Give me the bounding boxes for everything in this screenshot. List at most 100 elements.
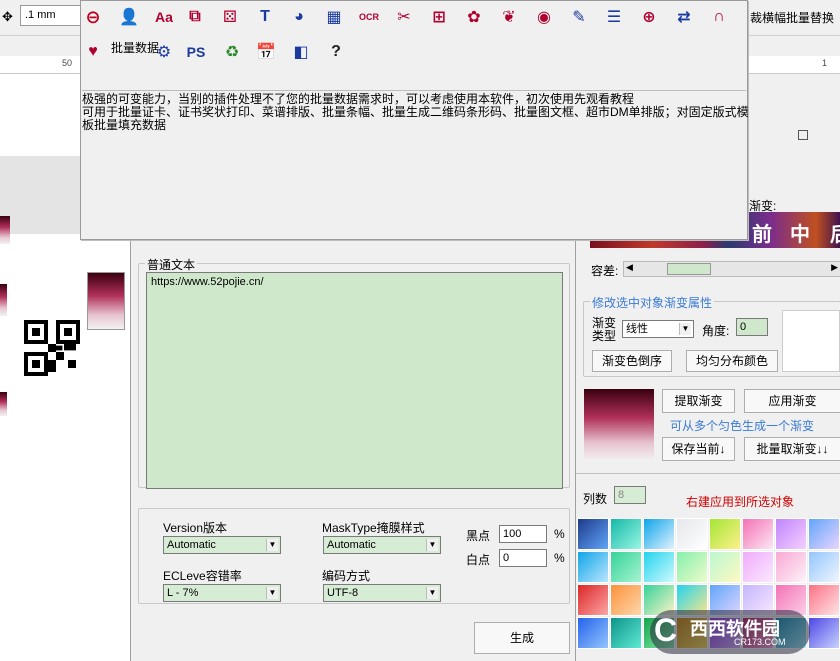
gradient-hint: 可从多个匀色生成一个渐变 xyxy=(670,419,815,433)
gradient-swatch[interactable] xyxy=(610,551,642,583)
menu-cut-banner[interactable]: 裁横幅 xyxy=(750,9,786,26)
help-icon[interactable]: ? xyxy=(325,41,347,63)
grid-icon[interactable]: ⊞ xyxy=(428,6,450,28)
reverse-gradient-button[interactable]: 渐变色倒序 xyxy=(592,350,672,372)
leaf-icon[interactable]: ❦ xyxy=(498,6,520,28)
gear-icon[interactable]: ⚙ xyxy=(153,41,175,63)
columns-input[interactable]: 8 xyxy=(614,486,646,504)
even-distribute-button[interactable]: 均匀分布颜色 xyxy=(686,350,778,372)
encoding-label: 编码方式 xyxy=(322,569,371,583)
modify-label: 修改选中对象渐变属性 xyxy=(590,294,715,311)
table-icon[interactable]: ▦ xyxy=(323,6,345,28)
white-percent: % xyxy=(554,551,565,565)
calendar-icon[interactable]: 📅 xyxy=(255,41,277,63)
user-add-icon[interactable]: 👤 xyxy=(118,6,140,28)
batch-data-button[interactable]: 批量数据 xyxy=(111,39,159,56)
unit-input[interactable]: .1 mm xyxy=(20,5,82,26)
list-icon[interactable]: ☰ xyxy=(603,6,625,28)
recycle-icon[interactable]: ♻ xyxy=(221,41,243,63)
ps-button[interactable]: PS xyxy=(185,41,207,63)
gradient-swatch[interactable] xyxy=(643,551,675,583)
columns-label: 列数 xyxy=(583,492,608,506)
swap-icon[interactable]: ⇄ xyxy=(673,6,695,28)
tolerance-thumb[interactable] xyxy=(666,263,711,275)
gradient-swatch[interactable] xyxy=(577,551,609,583)
mask-type-select[interactable]: Automatic ▼ xyxy=(323,536,441,554)
text-style-icon[interactable]: Aa xyxy=(153,6,175,28)
menu-batch-replace[interactable]: 批量替换 xyxy=(786,9,834,26)
gradient-swatch[interactable] xyxy=(775,551,807,583)
dice-icon[interactable]: ⚄ xyxy=(219,6,241,28)
text-content-input[interactable]: https://www.52pojie.cn/ xyxy=(146,272,563,489)
encoding-select[interactable]: UTF-8 ▼ xyxy=(323,584,441,602)
canvas-gradient-object[interactable] xyxy=(87,272,125,330)
gradient-swatch[interactable] xyxy=(808,617,840,649)
copy-frame-icon[interactable]: ⧉ xyxy=(184,6,206,28)
gradient-swatch[interactable] xyxy=(577,617,609,649)
batch-extract-button[interactable]: 批量取渐变↓↓ xyxy=(744,437,840,461)
divider xyxy=(576,473,840,474)
gradient-swatch[interactable] xyxy=(643,518,675,550)
current-gradient-preview[interactable] xyxy=(584,389,654,461)
pie-chart-icon[interactable]: ◕ xyxy=(288,6,310,28)
text-tool-icon[interactable]: T xyxy=(254,6,276,28)
gradient-swatch[interactable] xyxy=(742,551,774,583)
gradient-swatch[interactable] xyxy=(610,518,642,550)
gradient-swatch[interactable] xyxy=(808,584,840,616)
type-label: 渐变 类型 xyxy=(592,316,617,343)
gradient-swatch[interactable] xyxy=(676,551,708,583)
scroll-right-icon: ▶ xyxy=(831,262,838,272)
move-icon[interactable]: ✥ xyxy=(2,9,13,25)
flower-icon[interactable]: ✿ xyxy=(463,6,485,28)
gradient-swatch[interactable] xyxy=(577,518,609,550)
watermark-logo: C 西西软件园 CR173.COM xyxy=(650,610,810,654)
gradient-swatch[interactable] xyxy=(775,518,807,550)
plugin-description: 极强的可变能力，当别的插件处理不了您的批量数据需求时，可以考虑使用本软件，初次使… xyxy=(82,90,749,132)
canvas-gradient-swatch xyxy=(0,392,7,416)
no-entry-icon[interactable]: ⊖ xyxy=(82,6,104,28)
gradient-swatch[interactable] xyxy=(808,551,840,583)
target-icon[interactable]: ⊕ xyxy=(638,6,660,28)
ocr-icon[interactable]: OCR xyxy=(358,6,380,28)
gradient-swatch[interactable] xyxy=(610,584,642,616)
heart-folder-icon[interactable]: ♥ xyxy=(82,41,104,63)
ecl-label: ECLeve容错率 xyxy=(163,569,242,583)
angle-input[interactable]: 0 xyxy=(736,318,768,336)
gradient-swatch[interactable] xyxy=(808,518,840,550)
qrcode-plugin-panel: 普通文本 https://www.52pojie.cn/ Version版本 A… xyxy=(130,240,575,661)
version-select[interactable]: Automatic ▼ xyxy=(163,536,281,554)
canvas-gradient-swatch xyxy=(0,284,7,316)
gradient-swatch[interactable] xyxy=(742,518,774,550)
gradient-swatch[interactable] xyxy=(709,551,741,583)
gradient-swatch[interactable] xyxy=(709,518,741,550)
black-point-label: 黑点 xyxy=(466,529,491,543)
gradient-swatch[interactable] xyxy=(610,617,642,649)
maximize-icon[interactable] xyxy=(798,130,808,140)
qr-options-group: Version版本 Automatic ▼ MaskType掩膜样式 Automa… xyxy=(138,508,570,604)
white-point-label: 白点 xyxy=(466,553,491,567)
tolerance-scrollbar[interactable]: ◀ ▶ xyxy=(623,261,840,277)
gradient-swatch[interactable] xyxy=(676,518,708,550)
chevron-down-icon: ▼ xyxy=(266,587,278,599)
black-point-input[interactable]: 100 xyxy=(499,525,547,543)
white-point-input[interactable]: 0 xyxy=(499,549,547,567)
canvas-gradient-swatch xyxy=(0,216,10,244)
gradient-type-select[interactable]: 线性 ▼ xyxy=(622,320,694,338)
qr-code-preview[interactable] xyxy=(24,320,80,376)
magnet-icon[interactable]: ∩ xyxy=(708,6,730,28)
angle-label: 角度: xyxy=(702,324,730,338)
generate-button[interactable]: 生成 xyxy=(474,622,570,654)
ecl-select[interactable]: L - 7% ▼ xyxy=(163,584,281,602)
extract-gradient-button[interactable]: 提取渐变 xyxy=(662,389,735,413)
edit-doc-icon[interactable]: ✎ xyxy=(568,6,590,28)
gradient-swatch[interactable] xyxy=(577,584,609,616)
gradient-preview-box xyxy=(782,310,840,372)
save-current-button[interactable]: 保存当前↓ xyxy=(662,437,735,461)
eye-icon[interactable]: ◉ xyxy=(533,6,555,28)
layout-icon[interactable]: ◧ xyxy=(290,41,312,63)
apply-gradient-button[interactable]: 应用渐变 xyxy=(744,389,840,413)
crop-icon[interactable]: ✂ xyxy=(393,6,415,28)
description-line: 可用于批量证卡、证书奖状打印、菜谱排版、批量条幅、批量生成二维码条形码、批量图文… xyxy=(82,105,749,119)
text-group: 普通文本 https://www.52pojie.cn/ xyxy=(138,256,570,489)
modify-group: 修改选中对象渐变属性 渐变 类型 线性 ▼ 角度: 0 渐变色倒序 均匀分布颜色 xyxy=(583,294,840,377)
